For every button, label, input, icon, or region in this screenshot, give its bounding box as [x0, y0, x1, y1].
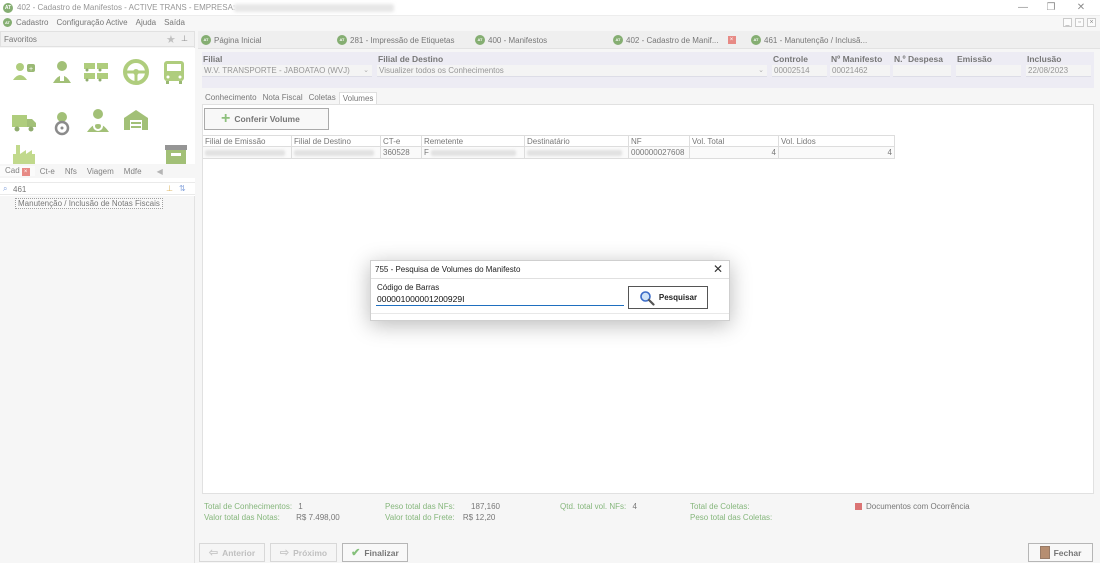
close-icon[interactable]: ✕: [713, 262, 723, 276]
dialog-footer-divider: [371, 313, 729, 314]
search-volumes-dialog: 755 - Pesquisa de Volumes do Manifesto ✕…: [370, 260, 730, 321]
pesquisar-label: Pesquisar: [658, 293, 698, 302]
barcode-input[interactable]: [376, 292, 624, 306]
magnifier-icon: [640, 290, 655, 306]
dialog-title: 755 - Pesquisa de Volumes do Manifesto: [375, 265, 521, 274]
pesquisar-button[interactable]: Pesquisar: [628, 286, 708, 309]
barcode-label: Código de Barras: [377, 283, 440, 292]
dialog-divider: [371, 278, 729, 279]
